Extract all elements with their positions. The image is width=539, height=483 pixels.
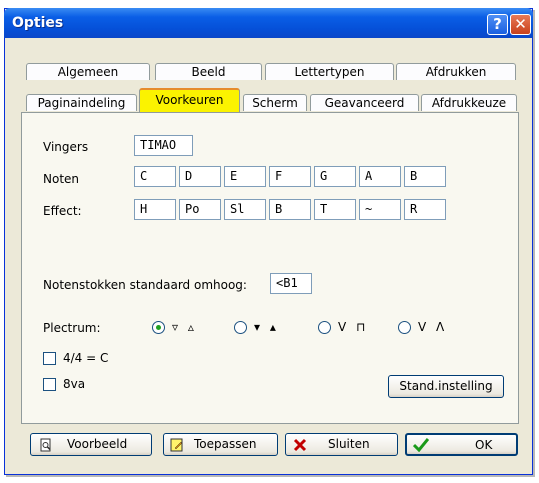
ok-button-label: OK xyxy=(475,438,493,452)
ok-button[interactable]: OK xyxy=(405,433,518,456)
apply-button-label: Toepassen xyxy=(194,437,257,451)
plectrum-option-3-icon: V ⊓ xyxy=(338,320,369,334)
noten-field-e[interactable]: E xyxy=(224,166,266,187)
noten-label: Noten xyxy=(43,172,80,186)
noten-field-g[interactable]: G xyxy=(314,166,356,187)
help-button[interactable]: ? xyxy=(487,14,508,35)
notenstokken-field[interactable]: <B1 xyxy=(270,273,312,294)
effect-field-h[interactable]: H xyxy=(134,199,176,220)
preview-button-label: Voorbeeld xyxy=(67,437,128,451)
effect-field-sl[interactable]: Sl xyxy=(224,199,266,220)
preview-button[interactable]: Voorbeeld xyxy=(30,433,152,456)
plectrum-radio-1[interactable] xyxy=(152,321,165,334)
noten-field-d[interactable]: D xyxy=(179,166,221,187)
tab-afdrukkeuze[interactable]: Afdrukkeuze xyxy=(421,94,517,111)
close-button-label: Sluiten xyxy=(328,437,370,451)
check-44c[interactable] xyxy=(43,352,56,365)
plectrum-radio-4[interactable] xyxy=(398,321,411,334)
effect-field-r[interactable]: R xyxy=(404,199,446,220)
tab-paginaindeling[interactable]: Paginaindeling xyxy=(26,94,137,111)
close-button[interactable]: Sluiten xyxy=(285,433,398,456)
notenstokken-label: Notenstokken standaard omhoog: xyxy=(43,278,247,292)
check-8va[interactable] xyxy=(43,378,56,391)
tab-algemeen[interactable]: Algemeen xyxy=(26,63,150,80)
apply-button[interactable]: Toepassen xyxy=(163,433,278,456)
checkmark-icon xyxy=(412,438,430,453)
effect-field-b[interactable]: B xyxy=(269,199,311,220)
plectrum-option-2-icon: ▾ ▴ xyxy=(254,320,279,334)
noten-field-b[interactable]: B xyxy=(404,166,446,187)
effect-label: Effect: xyxy=(43,204,82,218)
tab-geavanceerd[interactable]: Geavanceerd xyxy=(310,94,419,111)
plectrum-radio-2[interactable] xyxy=(234,321,247,334)
noten-field-a[interactable]: A xyxy=(359,166,401,187)
plectrum-radio-3[interactable] xyxy=(318,321,331,334)
plectrum-option-4-icon: V Λ xyxy=(418,320,448,334)
vingers-label: Vingers xyxy=(43,140,89,154)
plectrum-option-1-icon: ▿ ▵ xyxy=(172,320,197,334)
vingers-field[interactable]: TIMAO xyxy=(134,135,193,156)
tab-lettertypen[interactable]: Lettertypen xyxy=(265,63,394,80)
effect-field-po[interactable]: Po xyxy=(179,199,221,220)
tab-voorkeuren[interactable]: Voorkeuren xyxy=(139,88,240,112)
check-44c-label: 4/4 = C xyxy=(63,351,109,365)
tab-beeld[interactable]: Beeld xyxy=(155,63,262,80)
tab-afdrukken[interactable]: Afdrukken xyxy=(396,63,516,80)
effect-field-tilde[interactable]: ~ xyxy=(359,199,401,220)
effect-field-t[interactable]: T xyxy=(314,199,356,220)
apply-icon xyxy=(170,438,184,452)
tab-scherm[interactable]: Scherm xyxy=(243,94,307,111)
plectrum-label: Plectrum: xyxy=(43,321,101,335)
preview-icon xyxy=(39,438,53,452)
noten-field-f[interactable]: F xyxy=(269,166,311,187)
dialog-title: Opties xyxy=(12,15,64,31)
close-x-icon xyxy=(293,438,307,452)
check-8va-label: 8va xyxy=(63,377,86,391)
title-bar[interactable] xyxy=(4,8,533,38)
noten-field-c[interactable]: C xyxy=(134,166,176,187)
standard-settings-button[interactable]: Stand.instelling xyxy=(388,375,504,398)
close-window-button[interactable]: ✕ xyxy=(510,14,531,35)
